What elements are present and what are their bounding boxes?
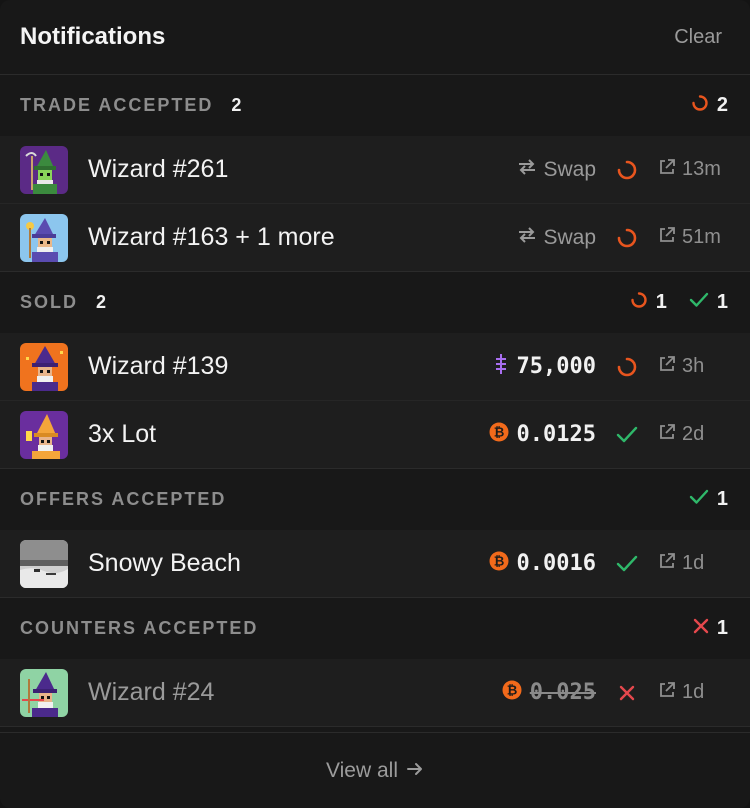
- x-icon: [693, 617, 709, 640]
- swap-label: Swap: [543, 225, 596, 249]
- item-name: Wizard #163 + 1 more: [88, 223, 335, 251]
- nft-thumbnail: [20, 145, 68, 194]
- failed-stat: 1: [693, 617, 728, 640]
- open-link[interactable]: 1d: [658, 681, 730, 705]
- bitcoin-icon: ₿: [502, 680, 522, 706]
- item-time: 51m: [682, 226, 721, 248]
- external-link-icon: [658, 681, 676, 705]
- item-time: 1d: [682, 552, 705, 574]
- notification-row[interactable]: 3x Lot ₿ 0.0125 2d: [0, 401, 750, 469]
- section-title: SOLD: [20, 292, 79, 312]
- success-stat-value: 1: [716, 488, 728, 510]
- pending-icon: [691, 94, 709, 118]
- success-stat: 1: [689, 291, 728, 315]
- nft-thumbnail: [20, 668, 68, 717]
- price: ₿ 0.0125: [489, 422, 596, 448]
- notification-row[interactable]: Wizard #261 Swap 13m: [0, 136, 750, 204]
- panel-footer: View all: [0, 732, 750, 808]
- external-link-icon: [658, 158, 676, 182]
- bitcoin-icon: ₿: [489, 422, 509, 448]
- section-title: COUNTERS ACCEPTED: [20, 618, 259, 638]
- section-count: 2: [96, 292, 107, 312]
- item-time: 1d: [682, 681, 705, 703]
- check-icon: [596, 554, 658, 574]
- svg-text:₿: ₿: [493, 425, 504, 440]
- item-time: 3h: [682, 355, 705, 377]
- price: 75,000: [493, 353, 596, 381]
- nft-thumbnail: [20, 539, 68, 588]
- nft-thumbnail: [20, 342, 68, 391]
- pending-stat-value: 1: [655, 291, 667, 313]
- pending-stat-value: 2: [716, 94, 728, 116]
- pending-icon: [596, 356, 658, 378]
- item-name: Wizard #24: [88, 678, 215, 706]
- x-icon: [596, 684, 658, 702]
- open-link[interactable]: 1d: [658, 552, 730, 576]
- external-link-icon: [658, 226, 676, 250]
- price-amount: 75,000: [516, 354, 596, 379]
- external-link-icon: [658, 552, 676, 576]
- swap-type: Swap: [517, 226, 596, 250]
- section-header-sold: SOLD 2 1 1: [0, 272, 750, 333]
- check-icon: [689, 488, 709, 512]
- item-name: Wizard #261: [88, 155, 229, 183]
- check-icon: [596, 425, 658, 445]
- nft-thumbnail: [20, 410, 68, 459]
- open-link[interactable]: 51m: [658, 226, 730, 250]
- price: ₿ 0.0016: [489, 551, 596, 577]
- svg-text:₿: ₿: [493, 554, 504, 569]
- success-stat-value: 1: [716, 291, 728, 313]
- nft-thumbnail: [20, 213, 68, 262]
- section-title: TRADE ACCEPTED: [20, 95, 214, 115]
- section-title: OFFERS ACCEPTED: [20, 489, 227, 509]
- external-link-icon: [658, 355, 676, 379]
- price-amount: 0.0016: [516, 551, 596, 576]
- pending-stat: 2: [691, 94, 728, 118]
- bitcoin-icon: ₿: [489, 551, 509, 577]
- notification-row[interactable]: Wizard #139 75,000 3h: [0, 333, 750, 401]
- notification-row[interactable]: Wizard #163 + 1 more Swap 51m: [0, 204, 750, 272]
- arrow-right-icon: [406, 759, 424, 783]
- swap-label: Swap: [543, 157, 596, 181]
- item-name: Snowy Beach: [88, 549, 241, 577]
- price-amount: 0.0125: [516, 422, 596, 447]
- section-header-offers-accepted: OFFERS ACCEPTED 1: [0, 469, 750, 530]
- pending-icon: [596, 227, 658, 249]
- price: ₿ 0.025: [502, 680, 596, 706]
- rune-currency-icon: [493, 353, 509, 381]
- section-header-counters-accepted: COUNTERS ACCEPTED 1: [0, 598, 750, 659]
- panel-title: Notifications: [20, 23, 166, 50]
- item-time: 13m: [682, 158, 721, 180]
- swap-icon: [517, 226, 537, 250]
- svg-text:₿: ₿: [506, 683, 517, 698]
- notification-row[interactable]: Wizard #24 ₿ 0.025 1d: [0, 659, 750, 727]
- swap-icon: [517, 158, 537, 182]
- pending-icon: [596, 159, 658, 181]
- pending-icon: [630, 291, 648, 315]
- panel-header: Notifications Clear: [0, 0, 750, 75]
- success-stat: 1: [689, 488, 728, 512]
- failed-stat-value: 1: [716, 617, 728, 639]
- item-name: Wizard #139: [88, 352, 229, 380]
- price-amount: 0.025: [529, 680, 596, 705]
- open-link[interactable]: 2d: [658, 423, 730, 447]
- item-name: 3x Lot: [88, 420, 157, 448]
- external-link-icon: [658, 423, 676, 447]
- open-link[interactable]: 13m: [658, 158, 730, 182]
- section-count: 2: [231, 95, 242, 115]
- notification-row[interactable]: Snowy Beach ₿ 0.0016 1d: [0, 530, 750, 598]
- open-link[interactable]: 3h: [658, 355, 730, 379]
- view-all-link[interactable]: View all: [326, 759, 424, 783]
- swap-type: Swap: [517, 158, 596, 182]
- notifications-panel: Notifications Clear TRADE ACCEPTED 2 2 W…: [0, 0, 750, 808]
- clear-button[interactable]: Clear: [674, 26, 722, 49]
- view-all-label: View all: [326, 758, 398, 782]
- check-icon: [689, 291, 709, 315]
- item-time: 2d: [682, 423, 705, 445]
- pending-stat: 1: [630, 291, 667, 315]
- section-header-trade-accepted: TRADE ACCEPTED 2 2: [0, 75, 750, 136]
